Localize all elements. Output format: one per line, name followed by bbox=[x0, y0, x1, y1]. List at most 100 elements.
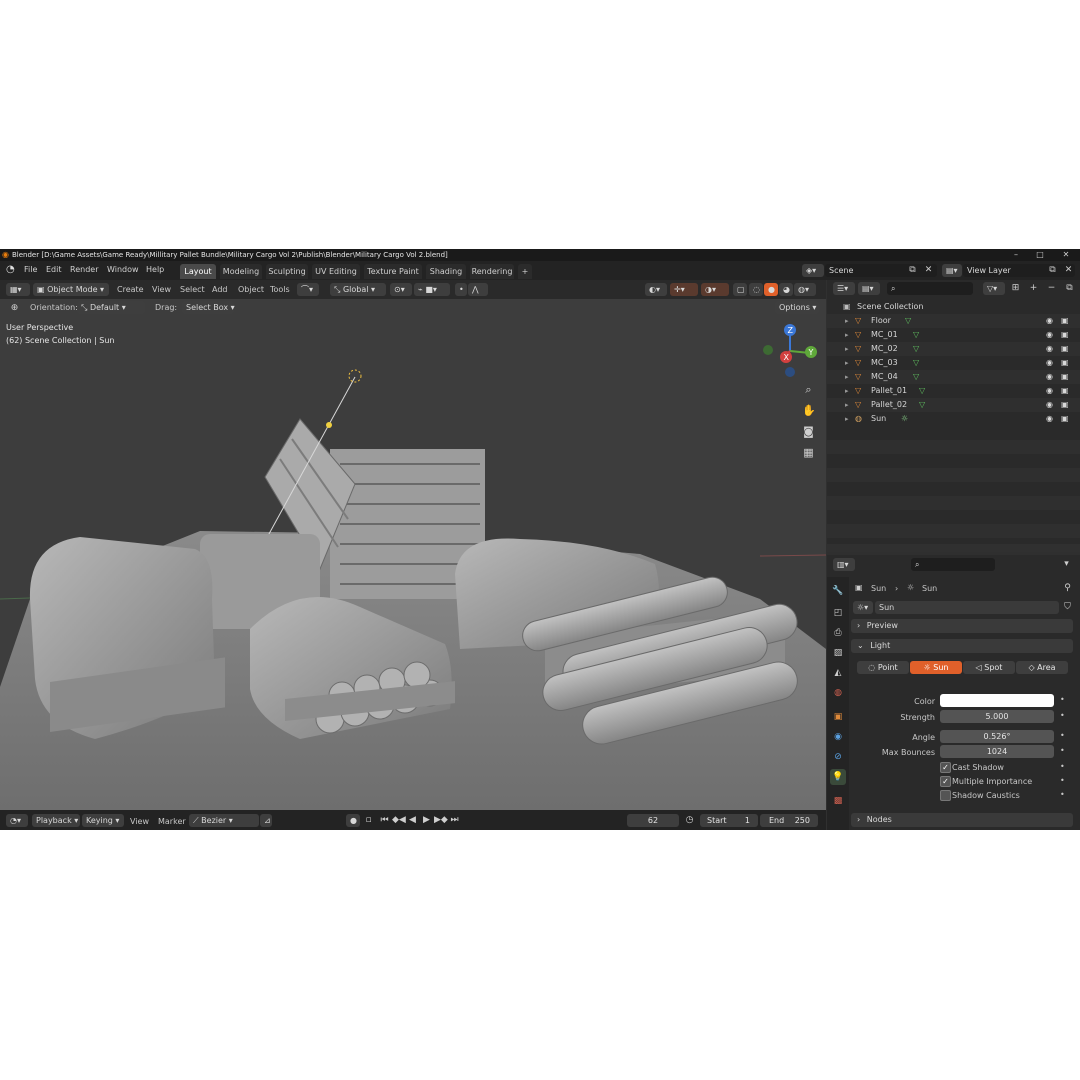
filter-icon[interactable]: ▽▾ bbox=[983, 282, 1005, 295]
preview-range-icon[interactable]: ◷ bbox=[683, 814, 696, 827]
scene-delete-icon[interactable]: ✕ bbox=[922, 264, 935, 277]
add-icon[interactable]: + bbox=[1027, 282, 1040, 295]
menu-view[interactable]: View bbox=[152, 285, 171, 294]
timeline-view-menu[interactable]: View bbox=[130, 817, 149, 826]
display-mode-icon[interactable]: ▤▾ bbox=[858, 282, 880, 295]
xray-icon[interactable]: ▢ bbox=[733, 283, 747, 296]
scene-collection-row[interactable]: ▣ Scene Collection bbox=[827, 300, 1080, 314]
snap-icon[interactable]: ⌁ ■▾ bbox=[414, 283, 450, 296]
overlay-toggle-icon[interactable]: ◑▾ bbox=[701, 283, 729, 296]
bounces-keyframe-dot[interactable]: • bbox=[1060, 746, 1065, 755]
light-type-spot[interactable]: ◁ Spot bbox=[963, 661, 1015, 674]
texture-tab-icon[interactable]: ▩ bbox=[830, 793, 846, 809]
mesh-data-icon[interactable]: ▽ bbox=[913, 328, 919, 342]
color-swatch[interactable] bbox=[940, 694, 1054, 707]
editor-type-icon[interactable]: ▦▾ bbox=[6, 283, 30, 296]
color-keyframe-dot[interactable]: • bbox=[1060, 695, 1065, 704]
proportional-edit-icon[interactable]: • bbox=[455, 283, 467, 296]
mesh-data-icon[interactable]: ▽ bbox=[905, 314, 911, 328]
view-layer-tab-icon[interactable]: ▨ bbox=[830, 645, 846, 661]
outliner-row[interactable]: ▸ ▽ Floor ▽ ◉ ▣ bbox=[827, 314, 1080, 328]
menu-file[interactable]: File bbox=[24, 265, 37, 274]
end-frame-field[interactable]: End 250 bbox=[760, 814, 818, 827]
render-camera-icon[interactable]: ▣ bbox=[1061, 384, 1069, 398]
gizmo-neg-z[interactable] bbox=[785, 367, 795, 377]
minimize-button[interactable]: – bbox=[1004, 249, 1028, 261]
light-type-sun[interactable]: ☼ Sun bbox=[910, 661, 962, 674]
render-camera-icon[interactable]: ▣ bbox=[1061, 412, 1069, 426]
outliner-row[interactable]: ▸ ▽ Pallet_02 ▽ ◉ ▣ bbox=[827, 398, 1080, 412]
outliner-editor-icon[interactable]: ☰▾ bbox=[833, 282, 855, 295]
record-button[interactable]: ● bbox=[346, 814, 360, 827]
render-tab-icon[interactable]: ◰ bbox=[830, 605, 846, 621]
scene-new-icon[interactable]: ⧉ bbox=[906, 264, 919, 277]
strength-keyframe-dot[interactable]: • bbox=[1060, 711, 1065, 720]
outliner-row[interactable]: ▸ ▽ MC_04 ▽ ◉ ▣ bbox=[827, 370, 1080, 384]
navigation-gizmo[interactable]: Z Y X bbox=[760, 321, 820, 381]
visibility-eye-icon[interactable]: ◉ bbox=[1046, 398, 1053, 412]
render-camera-icon[interactable]: ▣ bbox=[1061, 314, 1069, 328]
fake-user-icon[interactable]: ⛉ bbox=[1061, 601, 1074, 614]
prev-keyframe-icon[interactable]: ◆◀ bbox=[392, 814, 406, 827]
light-data-tab-icon[interactable]: 💡 bbox=[830, 769, 846, 785]
outliner-item-name[interactable]: MC_02 bbox=[871, 342, 898, 356]
tab-layout[interactable]: Layout bbox=[180, 264, 216, 279]
tab-sculpting[interactable]: Sculpting bbox=[266, 264, 308, 279]
outliner-item-name[interactable]: Sun bbox=[871, 412, 886, 426]
angle-field[interactable]: 0.526° bbox=[940, 730, 1054, 743]
remove-icon[interactable]: − bbox=[1045, 282, 1058, 295]
maximize-button[interactable]: □ bbox=[1028, 249, 1052, 261]
scene-selector-icon[interactable]: ◈▾ bbox=[802, 264, 824, 277]
pan-hand-icon[interactable]: ✋ bbox=[802, 404, 816, 417]
outliner-row[interactable]: ▸ ▽ Pallet_01 ▽ ◉ ▣ bbox=[827, 384, 1080, 398]
menu-add[interactable]: Add bbox=[212, 285, 228, 294]
outliner-search-input[interactable]: ⌕ bbox=[887, 282, 973, 295]
light-panel-header[interactable]: ⌄ Light bbox=[851, 639, 1073, 653]
menu-object[interactable]: Object bbox=[238, 285, 264, 294]
outliner-row[interactable]: ▸ ◍ Sun ☼ ◉ ▣ bbox=[827, 412, 1080, 426]
close-button[interactable]: ✕ bbox=[1054, 249, 1078, 261]
properties-options-icon[interactable]: ▾ bbox=[1060, 558, 1073, 571]
outliner-row[interactable]: ▸ ▽ MC_02 ▽ ◉ ▣ bbox=[827, 342, 1080, 356]
menu-render[interactable]: Render bbox=[70, 265, 98, 274]
visibility-eye-icon[interactable]: ◉ bbox=[1046, 356, 1053, 370]
mesh-data-icon[interactable]: ▽ bbox=[913, 356, 919, 370]
next-keyframe-icon[interactable]: ▶◆ bbox=[434, 814, 448, 827]
shading-solid-icon[interactable]: ● bbox=[764, 283, 778, 296]
menu-tools[interactable]: Tools bbox=[270, 285, 290, 294]
menu-window[interactable]: Window bbox=[107, 265, 139, 274]
light-data-icon[interactable]: ☼ bbox=[901, 412, 908, 426]
outliner-item-name[interactable]: Pallet_02 bbox=[871, 398, 907, 412]
visibility-eye-icon[interactable]: ◉ bbox=[1046, 342, 1053, 356]
keying-dropdown[interactable]: Keying ▾ bbox=[82, 814, 124, 827]
view-layer-delete-icon[interactable]: ✕ bbox=[1062, 264, 1075, 277]
strength-field[interactable]: 5.000 bbox=[940, 710, 1054, 723]
cast-shadow-keyframe-dot[interactable]: • bbox=[1060, 762, 1065, 771]
menu-create[interactable]: Create bbox=[117, 285, 144, 294]
play-reverse-icon[interactable]: ◀ bbox=[406, 814, 419, 827]
view-layer-icon[interactable]: ▤▾ bbox=[942, 264, 962, 277]
expand-arrow-icon[interactable]: ▸ bbox=[845, 370, 849, 384]
tab-shading[interactable]: Shading bbox=[426, 264, 466, 279]
world-tab-icon[interactable]: ◍ bbox=[830, 685, 846, 701]
preview-panel-header[interactable]: › Preview bbox=[851, 619, 1073, 633]
tab-rendering[interactable]: Rendering bbox=[470, 264, 514, 279]
visibility-icon[interactable]: ◐▾ bbox=[645, 283, 667, 296]
pin-icon[interactable]: ⚲ bbox=[1061, 582, 1074, 595]
pivot-point-icon[interactable]: ⊙▾ bbox=[390, 283, 412, 296]
timeline-marker-menu[interactable]: Marker bbox=[158, 817, 186, 826]
expand-arrow-icon[interactable]: ▸ bbox=[845, 398, 849, 412]
render-camera-icon[interactable]: ▣ bbox=[1061, 370, 1069, 384]
expand-arrow-icon[interactable]: ▸ bbox=[845, 412, 849, 426]
3d-viewport[interactable]: User Perspective (62) Scene Collection |… bbox=[0, 299, 826, 810]
expand-arrow-icon[interactable]: ▸ bbox=[845, 384, 849, 398]
expand-arrow-icon[interactable]: ▸ bbox=[845, 342, 849, 356]
transform-orientation-dropdown[interactable]: ⤡ Global ▾ bbox=[330, 283, 386, 296]
outliner-row[interactable]: ▸ ▽ MC_01 ▽ ◉ ▣ bbox=[827, 328, 1080, 342]
render-camera-icon[interactable]: ▣ bbox=[1061, 328, 1069, 342]
angle-keyframe-dot[interactable]: • bbox=[1060, 731, 1065, 740]
max-bounces-field[interactable]: 1024 bbox=[940, 745, 1054, 758]
output-tab-icon[interactable]: ⎙ bbox=[830, 625, 846, 641]
object-tab-icon[interactable]: ▣ bbox=[830, 709, 846, 725]
options-dropdown[interactable]: Options ▾ bbox=[775, 301, 819, 314]
